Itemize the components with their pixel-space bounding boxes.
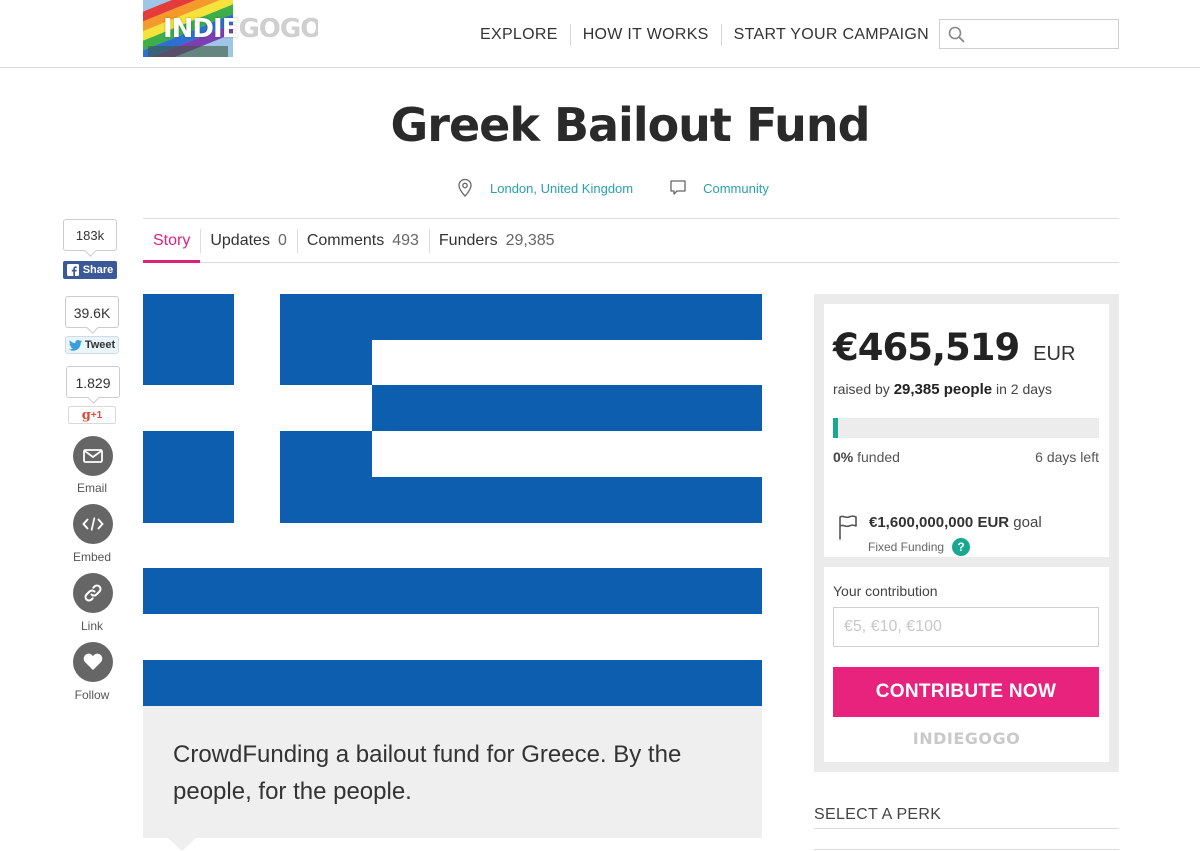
tweet-button[interactable]: Tweet [65, 336, 119, 354]
days-left: 6 days left [1035, 449, 1099, 465]
envelope-icon [83, 449, 103, 463]
tab-count: 29,385 [505, 232, 555, 249]
funding-progress-bar [833, 418, 1099, 438]
gplus-count: 1.829 [66, 366, 120, 398]
campaign-tabs: Story Updates 0 Comments 493 Funders 29,385 [143, 220, 1119, 263]
divider [814, 828, 1119, 829]
main-nav: EXPLORE HOW IT WORKS START YOUR CAMPAIGN [468, 24, 941, 46]
follow-button[interactable] [73, 642, 113, 682]
tab-comments[interactable]: Comments 493 [296, 220, 429, 262]
category-link[interactable]: Community [703, 181, 769, 196]
tab-funders[interactable]: Funders 29,385 [428, 220, 565, 262]
contribution-box: Your contribution CONTRIBUTE NOW INDIEGO… [824, 567, 1109, 762]
twitter-tweet-count: 39.6K [65, 296, 119, 328]
raised-by-text: raised by 29,385 people in 2 days [833, 381, 1053, 398]
chain-link-icon [84, 584, 102, 602]
facebook-icon [66, 264, 79, 276]
contribution-amount-input[interactable] [833, 607, 1099, 647]
nav-start-campaign[interactable]: START YOUR CAMPAIGN [720, 24, 941, 46]
nav-explore[interactable]: EXPLORE [468, 24, 570, 46]
goal-text: €1,600,000,000 EUR goal [869, 514, 1042, 531]
page-title: Greek Bailout Fund [390, 98, 871, 152]
tab-updates[interactable]: Updates 0 [200, 220, 297, 262]
divider [814, 849, 1119, 850]
location-pin-icon [458, 178, 472, 197]
facebook-share-button[interactable]: Share [63, 261, 117, 279]
heart-icon [83, 653, 103, 670]
logo-wordmark: INDIEGOGO [163, 14, 318, 44]
contribution-label: Your contribution [833, 583, 938, 599]
percent-funded: 0% funded [833, 449, 900, 465]
nav-how-it-works[interactable]: HOW IT WORKS [569, 24, 721, 46]
help-icon[interactable]: ? [952, 538, 971, 556]
funding-summary: €465,519 EUR raised by 29,385 people in … [824, 304, 1109, 557]
progress-fill [833, 418, 839, 438]
google-plus-button[interactable]: g +1 [68, 406, 116, 424]
select-perk-heading: SELECT A PERK [814, 806, 942, 823]
indiegogo-brand-mark: INDIEGOGO [912, 729, 1021, 748]
category-speech-icon [670, 180, 686, 195]
campaign-meta: London, United Kingdom Community [456, 178, 769, 198]
indiegogo-logo[interactable]: INDIEGOGO [143, 0, 318, 57]
search-icon [948, 26, 965, 43]
greek-flag-image [143, 294, 762, 706]
google-plus-icon: g [81, 407, 91, 423]
divider [143, 218, 1119, 219]
flag-goal-icon [839, 515, 857, 540]
twitter-bird-icon [68, 339, 82, 351]
blurb-pointer [168, 838, 196, 851]
tab-count: 0 [277, 232, 287, 249]
amount-raised: €465,519 EUR [833, 326, 1076, 369]
embed-button[interactable] [73, 504, 113, 544]
search-input[interactable] [939, 19, 1119, 49]
story-blurb: CrowdFunding a bailout fund for Greece. … [143, 706, 762, 838]
goal-row: €1,600,000,000 EUR goal [837, 514, 1042, 540]
embed-label: Embed [72, 550, 112, 564]
email-label: Email [76, 481, 107, 495]
location-link[interactable]: London, United Kingdom [490, 181, 633, 196]
campaign-image [143, 294, 762, 706]
link-button[interactable] [73, 573, 113, 613]
site-header: INDIEGOGO EXPLORE HOW IT WORKS START YOU… [0, 0, 1200, 68]
code-embed-icon [82, 517, 104, 531]
funder-count: 29,385 people [893, 381, 993, 398]
contribute-now-button[interactable]: CONTRIBUTE NOW [833, 667, 1099, 717]
facebook-share-count: 183k [63, 219, 117, 251]
link-label: Link [80, 619, 103, 633]
email-share-button[interactable] [73, 436, 113, 476]
tab-count: 493 [392, 232, 419, 249]
follow-label: Follow [74, 688, 110, 702]
funding-type: Fixed Funding ? [868, 538, 971, 556]
funding-panel: €465,519 EUR raised by 29,385 people in … [814, 294, 1119, 772]
tab-story[interactable]: Story [143, 220, 201, 263]
currency-code: EUR [1033, 343, 1076, 365]
